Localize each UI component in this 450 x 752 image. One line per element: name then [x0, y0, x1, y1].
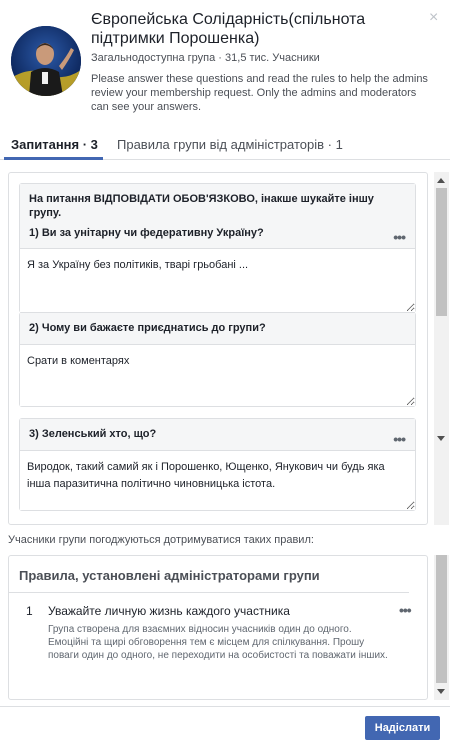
rule-title: Уважайте личную жизнь каждого участника: [48, 604, 290, 618]
more-options-icon[interactable]: •••: [393, 230, 406, 244]
group-privacy: Загальнодоступна група: [91, 52, 216, 64]
question-text-3: 3) Зеленський хто, що?: [29, 428, 157, 440]
active-tab-indicator: [4, 157, 103, 160]
group-title[interactable]: Європейська Солідарність(спільнота підтр…: [91, 10, 421, 48]
questions-scrollbar[interactable]: [434, 172, 449, 525]
group-members: 31,5 тис. Учасники: [225, 52, 320, 64]
rule-number: 1: [26, 604, 33, 618]
group-meta: Загальнодоступна група · 31,5 тис. Учасн…: [91, 52, 320, 64]
rule-description: Група створена для взаємних відносин уча…: [48, 624, 388, 661]
rules-title: Правила, установлені адміністраторами гр…: [19, 568, 320, 583]
question-text-2: 2) Чому ви бажаєте приєднатись до групи?: [29, 322, 266, 334]
rules-divider: [9, 592, 409, 593]
group-header: Європейська Солідарність(спільнота підтр…: [0, 0, 450, 125]
question-header-2: 2) Чому ви бажаєте приєднатись до групи?: [20, 313, 415, 344]
question-header-1: На питання ВІДПОВІДАТИ ОБОВ'ЯЗКОВО, інак…: [20, 184, 415, 248]
meta-separator: ·: [218, 52, 222, 64]
tab-admin-rules[interactable]: Правила групи від адміністраторів · 1: [117, 137, 343, 152]
tab-bar: Запитання · 3 Правила групи від адмініст…: [0, 128, 450, 160]
scroll-down-icon[interactable]: [437, 436, 445, 441]
more-options-icon[interactable]: •••: [399, 602, 412, 618]
scroll-up-icon[interactable]: [437, 178, 445, 183]
scrollbar-thumb[interactable]: [436, 188, 447, 316]
answer-field-2[interactable]: Срати в коментарях: [20, 344, 415, 406]
intro-text: Please answer these questions and read t…: [91, 73, 428, 113]
group-avatar: [11, 26, 81, 96]
question-card-3: 3) Зеленський хто, що? ••• Виродок, таки…: [19, 418, 416, 511]
rules-panel: Правила, установлені адміністраторами гр…: [8, 555, 428, 700]
question-prompt: На питання ВІДПОВІДАТИ ОБОВ'ЯЗКОВО, інак…: [29, 193, 374, 219]
question-card-2: 2) Чому ви бажаєте приєднатись до групи?…: [19, 312, 416, 407]
tab-questions[interactable]: Запитання · 3: [11, 137, 98, 152]
avatar-photo: [11, 26, 81, 96]
question-card-1: На питання ВІДПОВІДАТИ ОБОВ'ЯЗКОВО, інак…: [19, 183, 416, 313]
rules-scrollbar-thumb[interactable]: [436, 555, 447, 683]
more-options-icon[interactable]: •••: [393, 432, 406, 446]
agreement-text: Учасники групи погоджуються дотримуватис…: [8, 534, 314, 546]
submit-button[interactable]: Надіслати: [365, 716, 440, 740]
rules-scrollbar[interactable]: [434, 555, 449, 700]
rules-scroll-down-icon[interactable]: [437, 689, 445, 694]
answer-field-3[interactable]: Виродок, такий самий як і Порошенко, Юще…: [20, 450, 415, 510]
questions-panel: На питання ВІДПОВІДАТИ ОБОВ'ЯЗКОВО, інак…: [8, 172, 428, 525]
answer-field-1[interactable]: Я за Україну без політиків, тварі грьоба…: [20, 248, 415, 312]
footer-divider: [0, 706, 450, 707]
question-header-3: 3) Зеленський хто, що? •••: [20, 419, 415, 450]
question-text-1: 1) Ви за унітарну чи федеративну Україну…: [29, 227, 264, 239]
